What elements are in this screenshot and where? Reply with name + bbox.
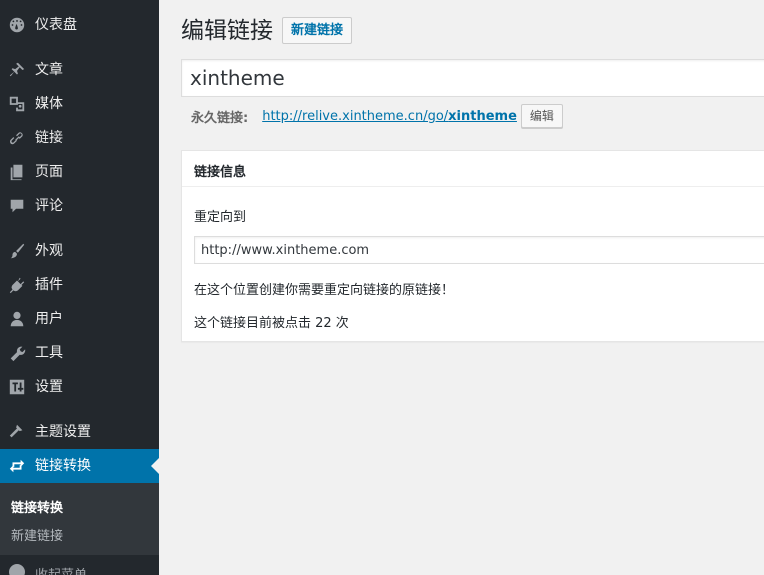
page-icon bbox=[8, 163, 26, 181]
permalink-url-slug: xintheme bbox=[448, 108, 517, 124]
postbox-header[interactable]: 链接信息 bbox=[182, 151, 764, 187]
sidebar-item-theme-settings[interactable]: 主题设置 bbox=[0, 415, 159, 449]
comment-icon bbox=[8, 197, 26, 215]
plugin-icon bbox=[8, 276, 26, 294]
sidebar-item-label: 文章 bbox=[35, 62, 63, 78]
user-icon bbox=[8, 310, 26, 328]
add-new-link-button[interactable]: 新建链接 bbox=[282, 17, 353, 44]
link-info-postbox: 链接信息 重定向到 在这个位置创建你需要重定向链接的原链接！ 这个链接目前被点击… bbox=[181, 150, 764, 342]
sidebar-item-label: 主题设置 bbox=[35, 424, 91, 440]
collapse-menu-button[interactable]: 收起菜单 bbox=[0, 560, 159, 575]
submenu-item-add-new-link[interactable]: 新建链接 bbox=[11, 525, 63, 544]
sidebar-item-label: 页面 bbox=[35, 164, 63, 180]
sidebar-item-link-convert[interactable]: 链接转换 bbox=[0, 449, 159, 483]
sidebar-item-label: 评论 bbox=[35, 198, 63, 214]
redirect-label: 重定向到 bbox=[194, 210, 247, 225]
dashboard-icon bbox=[8, 16, 26, 34]
click-count-text: 这个链接目前被点击 22 次 bbox=[194, 316, 349, 331]
link-title-input[interactable] bbox=[181, 59, 764, 97]
collapse-menu-label: 收起菜单 bbox=[35, 564, 87, 575]
redirect-help-text: 在这个位置创建你需要重定向链接的原链接！ bbox=[194, 283, 455, 298]
media-icon bbox=[8, 95, 26, 113]
permalink-row: 永久链接: http://relive.xintheme.cn/go/xinth… bbox=[191, 104, 563, 128]
sidebar-submenu: 链接转换 新建链接 bbox=[0, 483, 159, 555]
sidebar-item-media[interactable]: 媒体 bbox=[0, 87, 159, 121]
link-icon bbox=[8, 129, 26, 147]
sidebar-item-pages[interactable]: 页面 bbox=[0, 155, 159, 189]
wrench-icon bbox=[8, 344, 26, 362]
sidebar-item-label: 设置 bbox=[35, 379, 63, 395]
sidebar-item-posts[interactable]: 文章 bbox=[0, 53, 159, 87]
sidebar-item-label: 用户 bbox=[35, 311, 63, 327]
brush-icon bbox=[8, 242, 26, 260]
edit-permalink-button[interactable]: 编辑 bbox=[520, 104, 563, 128]
repeat-icon bbox=[8, 457, 26, 475]
submenu-item-link-convert[interactable]: 链接转换 bbox=[11, 497, 63, 516]
collapse-icon bbox=[9, 564, 25, 575]
sidebar-item-tools[interactable]: 工具 bbox=[0, 336, 159, 370]
sidebar-item-comments[interactable]: 评论 bbox=[0, 189, 159, 223]
sidebar-item-appearance[interactable]: 外观 bbox=[0, 234, 159, 268]
sidebar-item-label: 插件 bbox=[35, 277, 63, 293]
sidebar-item-plugins[interactable]: 插件 bbox=[0, 268, 159, 302]
redirect-url-input[interactable] bbox=[194, 236, 764, 264]
sidebar-item-label: 媒体 bbox=[35, 96, 63, 112]
admin-sidebar: 仪表盘 文章 媒体 链接 页面 评论 外观 插件 用户 工具 设置 主题设置 链… bbox=[0, 0, 159, 575]
active-indicator-arrow bbox=[151, 458, 159, 474]
sidebar-item-label: 链接转换 bbox=[35, 458, 91, 474]
main-content: 编辑链接 新建链接 永久链接: http://relive.xintheme.c… bbox=[159, 0, 764, 575]
postbox-title: 链接信息 bbox=[194, 165, 247, 180]
page-title: 编辑链接 bbox=[181, 18, 273, 44]
sidebar-item-label: 仪表盘 bbox=[35, 17, 77, 33]
sidebar-item-dashboard[interactable]: 仪表盘 bbox=[0, 8, 159, 42]
sidebar-item-label: 链接 bbox=[35, 130, 63, 146]
sidebar-item-label: 工具 bbox=[35, 345, 63, 361]
hammer-icon bbox=[8, 423, 26, 441]
sidebar-item-settings[interactable]: 设置 bbox=[0, 370, 159, 404]
sidebar-item-label: 外观 bbox=[35, 243, 63, 259]
settings-icon bbox=[8, 378, 26, 396]
permalink-label: 永久链接: bbox=[191, 110, 249, 126]
permalink-url-prefix: http://relive.xintheme.cn/go/ bbox=[262, 108, 449, 124]
permalink-link[interactable]: http://relive.xintheme.cn/go/xintheme bbox=[262, 109, 517, 124]
pin-icon bbox=[8, 61, 26, 79]
sidebar-item-users[interactable]: 用户 bbox=[0, 302, 159, 336]
sidebar-item-links[interactable]: 链接 bbox=[0, 121, 159, 155]
